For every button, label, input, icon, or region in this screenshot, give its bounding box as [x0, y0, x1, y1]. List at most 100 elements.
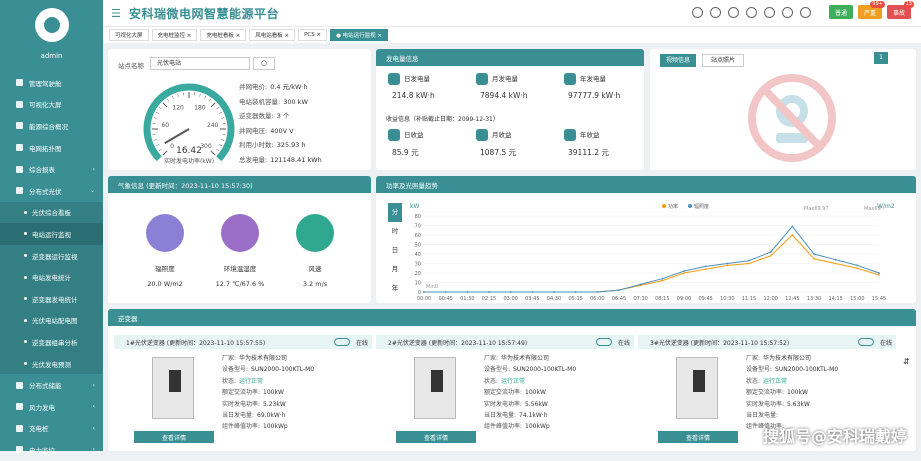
inverter-field-value: SUN2000-100KTL-M0 — [251, 366, 314, 373]
x-tick-label: 09:45 — [698, 296, 712, 302]
sidebar-item-17[interactable]: 电力监控‹ — [0, 439, 103, 461]
menu-item-icon — [16, 382, 23, 389]
x-tick-label: 13:30 — [807, 296, 821, 302]
gauge-tick — [154, 118, 157, 119]
chart-tab-2[interactable]: 日 — [388, 241, 402, 260]
sidebar-item-3[interactable]: 电网拓扑图 — [0, 137, 103, 159]
tab-2[interactable]: 充电桩看板 × — [200, 29, 246, 41]
data-point — [813, 253, 815, 255]
sidebar-item-label: 电网拓扑图 — [29, 143, 62, 153]
bullet-icon — [24, 211, 27, 214]
y-tick-label: 50 — [415, 243, 421, 249]
sidebar-item-5[interactable]: 分布式光伏⌄ — [0, 180, 103, 202]
sidebar-item-label: 可视化大屏 — [29, 99, 62, 109]
sidebar-item-1[interactable]: 可视化大屏 — [0, 94, 103, 116]
data-point — [661, 278, 663, 280]
search-icon[interactable] — [710, 7, 721, 18]
inverter-field-vendor: 厂家:华为技术有限公司 — [484, 353, 576, 364]
weather-label: 辐照度 — [136, 263, 194, 273]
inverter-image — [152, 357, 194, 419]
income-value: 1087.5 元 — [480, 147, 516, 158]
view-details-button[interactable]: 查看详情 — [658, 431, 738, 443]
page-number[interactable]: 1 — [874, 52, 888, 64]
station-field-value: 121148.41 kWh — [270, 156, 322, 164]
inverter-field-label: 实时发电功率: — [222, 401, 260, 408]
income-item: 年收益 — [564, 129, 600, 141]
github-icon[interactable] — [692, 7, 703, 18]
data-point — [856, 267, 858, 269]
scroll-indicator-icon[interactable]: ⇵ — [903, 357, 910, 366]
volume-icon[interactable] — [728, 7, 739, 18]
sidebar-item-12[interactable]: 逆变器组串分析 — [0, 331, 103, 353]
station-field-value: 325.93 h — [277, 141, 306, 149]
tab-4[interactable]: PCS × — [298, 29, 327, 41]
tab-video-info[interactable]: 视频信息 — [660, 54, 696, 67]
gauge-needle — [165, 129, 189, 143]
tab-0[interactable]: 可视化大屏 — [109, 29, 149, 41]
sidebar-item-label: 电力监控 — [29, 445, 55, 455]
sidebar-item-4[interactable]: 综合报表‹ — [0, 158, 103, 180]
sidebar-item-15[interactable]: 风力发电‹ — [0, 396, 103, 418]
sidebar-item-9[interactable]: 电站发电统计 — [0, 266, 103, 288]
view-details-button[interactable]: 查看详情 — [396, 431, 476, 443]
chart-tab-4[interactable]: 年 — [388, 279, 402, 298]
help-icon[interactable] — [746, 7, 757, 18]
inverter-field-model: 设备型号:SUN2000-100KTL-M0 — [222, 364, 314, 375]
inverter-field-label: 组件峰值功率: — [222, 423, 260, 430]
alarm-button-2[interactable]: 事故13 — [887, 5, 911, 19]
station-field-value: 3 个 — [277, 112, 290, 120]
chart-tab-0[interactable]: 分 — [388, 203, 402, 222]
tab-site-photo[interactable]: 站点照片 — [702, 54, 744, 67]
legend-label: 辐照度 — [694, 203, 709, 210]
trend-chart-card: 功率及光照量趋势 分时日月年 kWW/m20102030405060708000… — [376, 176, 916, 303]
gauge-tick-label: 240 — [207, 122, 219, 129]
view-details-button[interactable]: 查看详情 — [134, 431, 214, 443]
station-name-label: 站点名称 — [118, 60, 144, 70]
station-select[interactable]: 光伏电站 — [150, 57, 250, 70]
inverter-field-value: 华为技术有限公司 — [239, 355, 287, 362]
sidebar-item-14[interactable]: 分布式储能‹ — [0, 374, 103, 396]
status-toggle[interactable] — [858, 338, 874, 346]
sidebar-item-6[interactable]: 光伏综合看板 — [0, 202, 103, 224]
sidebar-item-10[interactable]: 逆变器发电统计 — [0, 288, 103, 310]
inverter-field-value: 100kWp — [525, 423, 550, 430]
chart-tab-1[interactable]: 时 — [388, 222, 402, 241]
font-size-icon[interactable] — [782, 7, 793, 18]
sidebar-item-8[interactable]: 逆变器运行监视 — [0, 245, 103, 267]
data-point — [705, 265, 707, 267]
menu-toggle-icon[interactable]: ☰ — [111, 7, 125, 20]
tab-3[interactable]: 风电站看板 × — [249, 29, 295, 41]
weather-header: 气象信息 (更新时间：2023-11-10 15:57:30) — [108, 176, 371, 193]
theme-icon[interactable] — [800, 7, 811, 18]
sidebar-item-11[interactable]: 光伏电站配电图 — [0, 310, 103, 332]
y-tick-label: 80 — [415, 214, 421, 220]
gauge-tick — [217, 107, 219, 109]
station-field: 并网电价:0.4 元/kW·h — [239, 81, 308, 91]
inverter-card-header: 3#光伏逆变器 (更新时间：2023-11-10 15:57:52)在线 — [638, 335, 896, 349]
bullet-icon — [24, 297, 27, 300]
inverter-card-header: 1#光伏逆变器 (更新时间：2023-11-10 15:57:55)在线 — [114, 335, 372, 349]
fullscreen-icon[interactable] — [764, 7, 775, 18]
inverter-field-daily: 当日发电量:69.0kW·h — [222, 410, 314, 421]
tab-1[interactable]: 充电桩监控 × — [152, 29, 198, 41]
alarm-button-1[interactable]: 严重99+ — [858, 5, 882, 19]
items-value: 97777.9 kW·h — [568, 91, 620, 100]
sidebar-item-0[interactable]: 管理驾驶舱 — [0, 72, 103, 94]
sidebar-item-2[interactable]: 能源综合概况 — [0, 115, 103, 137]
search-button[interactable]: ○ — [253, 57, 275, 70]
data-point — [726, 265, 728, 267]
gauge-tick — [167, 99, 169, 101]
alarm-button-0[interactable]: 普通 — [829, 5, 853, 19]
tab-5[interactable]: ● 电站运行监视 × — [330, 29, 388, 41]
status-toggle[interactable] — [596, 338, 612, 346]
x-tick-label: 06:00 — [590, 296, 604, 302]
watermark: 搜狐号@安科瑞戴婷 — [763, 423, 907, 447]
sidebar-item-7[interactable]: 电站运行监视 — [0, 223, 103, 245]
status-toggle[interactable] — [334, 338, 350, 346]
chart-tab-3[interactable]: 月 — [388, 260, 402, 279]
avatar[interactable] — [35, 8, 69, 42]
sidebar-item-16[interactable]: 充电桩‹ — [0, 418, 103, 440]
sidebar-item-13[interactable]: 光伏发电预测 — [0, 353, 103, 375]
username: admin — [0, 52, 103, 60]
inverter-field-value: 100kW — [263, 389, 284, 396]
